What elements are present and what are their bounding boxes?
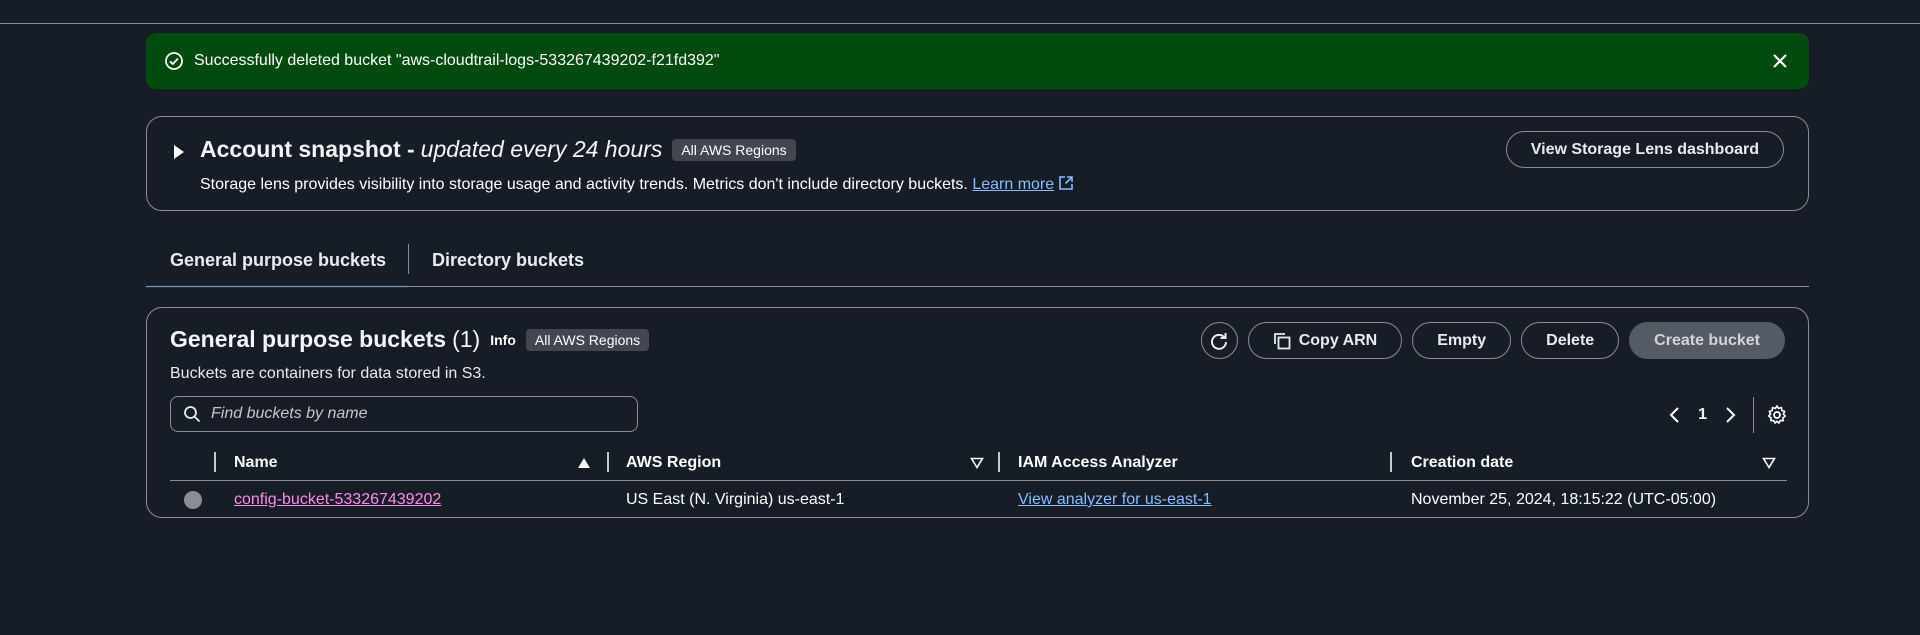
- regions-badge: All AWS Regions: [672, 138, 796, 161]
- learn-more-label: Learn more: [972, 176, 1055, 193]
- buckets-table: Name AWS Region IAM Access Analyzer Crea…: [170, 445, 1787, 519]
- empty-button[interactable]: Empty: [1412, 322, 1512, 359]
- success-flash-banner: Successfully deleted bucket "aws-cloudtr…: [146, 33, 1809, 89]
- column-header-iam[interactable]: IAM Access Analyzer: [1018, 454, 1178, 472]
- table-header: Name AWS Region IAM Access Analyzer Crea…: [170, 445, 1787, 481]
- buckets-subtitle: Buckets are containers for data stored i…: [170, 365, 486, 382]
- pager-separator: [1753, 397, 1754, 433]
- general-purpose-buckets-panel: General purpose buckets (1) Info All AWS…: [146, 307, 1809, 518]
- delete-button[interactable]: Delete: [1521, 322, 1620, 359]
- active-tab-indicator: [146, 285, 408, 288]
- table-row: config-bucket-533267439202 US East (N. V…: [170, 481, 1787, 519]
- column-header-creation-date[interactable]: Creation date: [1411, 454, 1513, 472]
- gear-icon[interactable]: [1766, 404, 1788, 426]
- snapshot-description: Storage lens provides visibility into st…: [200, 175, 1074, 194]
- refresh-button[interactable]: [1200, 322, 1238, 359]
- column-separator[interactable]: [214, 452, 216, 472]
- copy-arn-label: Copy ARN: [1298, 331, 1378, 349]
- external-link-icon: [1059, 176, 1073, 190]
- create-bucket-button[interactable]: Create bucket: [1629, 322, 1785, 359]
- snapshot-title: Account snapshot - updated every 24 hour…: [200, 136, 796, 163]
- column-separator[interactable]: [998, 452, 1000, 472]
- flash-message: Successfully deleted bucket "aws-cloudtr…: [194, 52, 720, 69]
- bucket-region: US East (N. Virginia) us-east-1: [626, 491, 845, 508]
- column-separator[interactable]: [1390, 452, 1392, 472]
- buckets-count: (1): [452, 326, 481, 352]
- row-select-radio[interactable]: [184, 491, 202, 509]
- snapshot-title-em: updated every 24 hours: [420, 136, 663, 162]
- sort-descending-icon[interactable]: [1762, 457, 1776, 469]
- refresh-icon: [1211, 332, 1228, 350]
- regions-badge: All AWS Regions: [525, 328, 650, 351]
- expand-caret-icon[interactable]: [173, 144, 185, 160]
- column-header-region[interactable]: AWS Region: [626, 454, 721, 472]
- bucket-actions: Copy ARN Empty Delete Create bucket: [1200, 322, 1785, 359]
- snapshot-description-text: Storage lens provides visibility into st…: [200, 176, 968, 193]
- bucket-type-tabs: General purpose buckets Directory bucket…: [146, 240, 1809, 288]
- close-icon[interactable]: [1769, 50, 1791, 72]
- check-circle-icon: [165, 52, 183, 70]
- pagination: 1: [1664, 397, 1788, 433]
- view-storage-lens-button[interactable]: View Storage Lens dashboard: [1505, 131, 1784, 168]
- top-divider: [0, 23, 1920, 24]
- tab-separator: [408, 244, 409, 274]
- sort-ascending-icon[interactable]: [577, 457, 591, 469]
- search-icon: [184, 406, 201, 423]
- bucket-creation-date: November 25, 2024, 18:15:22 (UTC-05:00): [1411, 491, 1717, 508]
- sort-descending-icon[interactable]: [970, 457, 984, 469]
- buckets-header: General purpose buckets (1) Info All AWS…: [170, 326, 650, 353]
- current-page[interactable]: 1: [1698, 406, 1707, 424]
- tab-directory-buckets[interactable]: Directory buckets: [432, 250, 584, 271]
- column-separator[interactable]: [607, 452, 609, 472]
- copy-icon: [1273, 332, 1291, 349]
- snapshot-title-text: Account snapshot -: [200, 136, 415, 162]
- account-snapshot-panel: Account snapshot - updated every 24 hour…: [146, 116, 1809, 211]
- buckets-title: General purpose buckets: [170, 326, 447, 352]
- info-link[interactable]: Info: [490, 332, 516, 348]
- tab-general-purpose-buckets[interactable]: General purpose buckets: [170, 250, 386, 271]
- bucket-search: [170, 396, 638, 432]
- learn-more-link[interactable]: Learn more: [972, 176, 1074, 193]
- copy-arn-button[interactable]: Copy ARN: [1247, 322, 1403, 359]
- view-analyzer-link[interactable]: View analyzer for us-east-1: [1018, 491, 1212, 509]
- bucket-search-input[interactable]: [211, 405, 625, 423]
- chevron-left-icon[interactable]: [1664, 404, 1686, 426]
- column-header-name[interactable]: Name: [234, 454, 278, 472]
- chevron-right-icon[interactable]: [1719, 404, 1741, 426]
- bucket-name-link[interactable]: config-bucket-533267439202: [234, 491, 441, 509]
